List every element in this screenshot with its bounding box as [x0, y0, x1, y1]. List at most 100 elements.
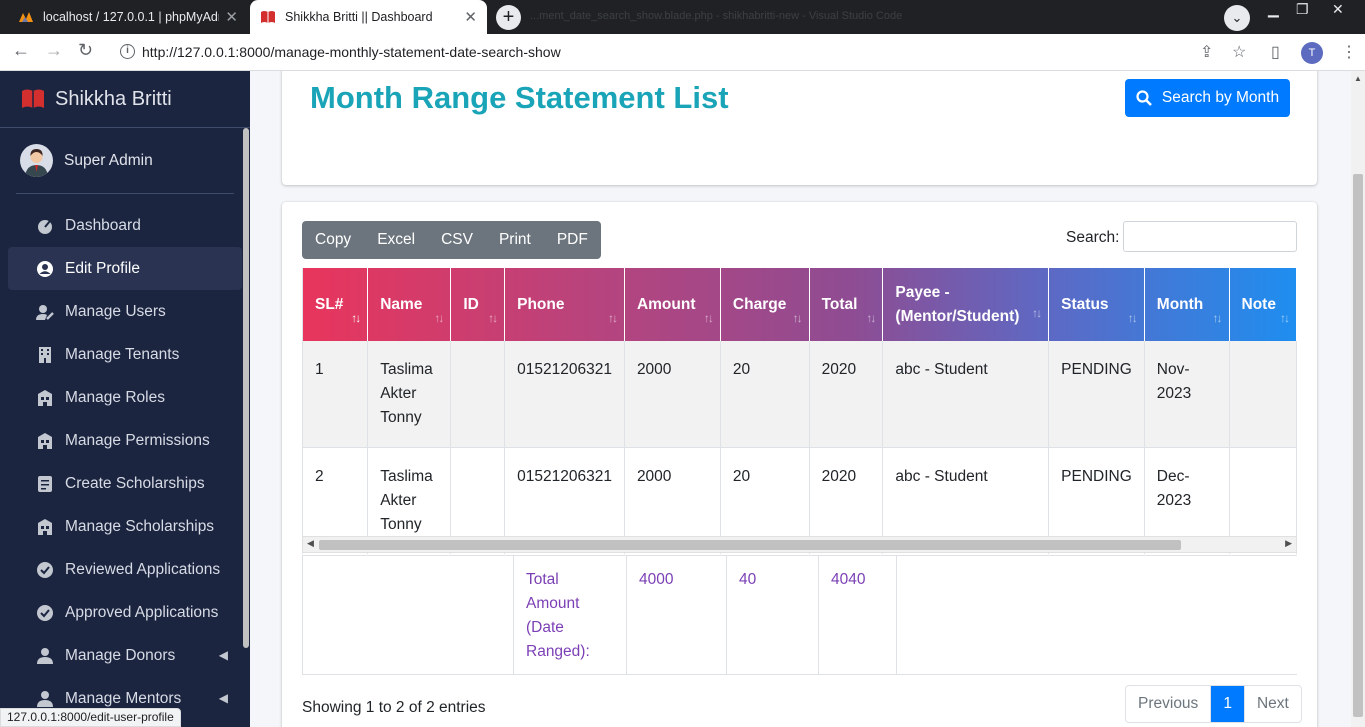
sidebar-item-manage-roles[interactable]: Manage Roles — [8, 376, 242, 419]
sort-icon: ↑↓ — [607, 311, 618, 325]
page-scrollbar[interactable]: ▲ — [1351, 71, 1365, 727]
horizontal-scrollbar[interactable]: ◀ ▶ — [302, 536, 1297, 553]
column-header-status[interactable]: Status ↑↓ — [1048, 268, 1145, 341]
sidebar-item-edit-profile[interactable]: Edit Profile — [8, 247, 242, 290]
table-header-row: SL# ↑↓ Name ↑↓ ID ↑↓ Phone ↑↓ Amount ↑↓ Charg… — [302, 268, 1297, 341]
column-header-note[interactable]: Note ↑↓ — [1229, 268, 1297, 341]
avatar — [20, 144, 53, 177]
page-1-button[interactable]: 1 — [1211, 686, 1245, 722]
sort-icon: ↑↓ — [1127, 311, 1138, 325]
search-input[interactable] — [1123, 221, 1297, 252]
column-header-total[interactable]: Total ↑↓ — [809, 268, 884, 341]
sidebar-item-manage-tenants[interactable]: Manage Tenants — [8, 333, 242, 376]
sidebar-item-manage-scholarships[interactable]: Manage Scholarships — [8, 505, 242, 548]
search-icon — [1136, 90, 1152, 106]
sidebar-item-dashboard[interactable]: Dashboard — [8, 204, 242, 247]
close-tab-icon[interactable]: ✕ — [464, 8, 477, 26]
statement-table: SL# ↑↓ Name ↑↓ ID ↑↓ Phone ↑↓ Amount ↑↓ Charg… — [302, 268, 1297, 554]
scrollbar-thumb[interactable] — [319, 540, 1181, 550]
chevron-left-icon: ◀ — [218, 691, 228, 705]
column-header-payee[interactable]: Payee - (Mentor/Student) ↑↓ — [882, 268, 1050, 341]
browser-tab-phpmyadmin[interactable]: localhost / 127.0.0.1 | phpMyAdm ✕ — [8, 0, 248, 34]
browser-menu-icon[interactable]: ⋮ — [1341, 42, 1357, 62]
footer-total-amount: 4000 — [627, 556, 727, 675]
minimize-icon[interactable]: ▁ — [1268, 1, 1279, 18]
roles-icon — [38, 389, 52, 406]
site-info-icon[interactable]: i — [120, 44, 135, 59]
brand-link[interactable]: Shikkha Britti — [0, 71, 250, 128]
column-header-month[interactable]: Month ↑↓ — [1144, 268, 1230, 341]
footer-total-label: Total Amount (Date Ranged): — [514, 556, 627, 675]
sidebar-item-label: Manage Tenants — [65, 345, 180, 363]
main-content: Month Range Statement List Search by Mon… — [250, 71, 1351, 727]
sidebar-item-label: Reviewed Applications — [65, 560, 221, 578]
sidebar-item-reviewed-applications[interactable]: Reviewed Applications — [8, 548, 242, 591]
sidebar-item-label: Edit Profile — [65, 259, 140, 277]
browser-tab-bar: localhost / 127.0.0.1 | phpMyAdm ✕ Shikk… — [0, 0, 1365, 34]
user-panel[interactable]: Super Admin — [16, 128, 234, 194]
sidebar-item-label: Manage Scholarships — [65, 517, 215, 535]
sidebar-item-manage-users[interactable]: Manage Users — [8, 290, 242, 333]
browser-tab-dashboard[interactable]: Shikkha Britti || Dashboard ✕ — [250, 0, 487, 34]
sidebar-item-manage-donors[interactable]: Manage Donors ◀ — [8, 634, 242, 677]
new-tab-button[interactable]: + — [496, 5, 521, 30]
scroll-up-icon[interactable]: ▲ — [1354, 74, 1362, 83]
table-footer: Total Amount (Date Ranged): 4000 40 4040 — [302, 555, 1297, 675]
close-tab-icon[interactable]: ✕ — [225, 8, 238, 26]
link-status-bar: 127.0.0.1:8000/edit-user-profile — [0, 708, 181, 727]
previous-page-button[interactable]: Previous — [1126, 686, 1212, 722]
cell-phone: 01521206321 — [504, 341, 625, 448]
donor-icon — [37, 647, 53, 664]
close-window-icon[interactable]: ✕ — [1332, 1, 1344, 18]
print-button[interactable]: Print — [486, 221, 544, 259]
cell-amount: 2000 — [624, 341, 721, 448]
next-page-button[interactable]: Next — [1245, 686, 1301, 722]
column-header-name[interactable]: Name ↑↓ — [367, 268, 452, 341]
sort-icon: ↑↓ — [866, 311, 876, 325]
sidebar-menu: Dashboard Edit Profile Manage Users Mana… — [0, 204, 250, 720]
excel-button[interactable]: Excel — [364, 221, 428, 259]
column-header-id[interactable]: ID ↑↓ — [450, 268, 506, 341]
back-icon[interactable]: ← — [12, 40, 30, 61]
sidebar-item-label: Manage Donors — [65, 646, 176, 664]
csv-button[interactable]: CSV — [428, 221, 486, 259]
sidebar: Shikkha Britti Super Admin Dashboard Edi… — [0, 71, 250, 727]
column-header-charge[interactable]: Charge ↑↓ — [720, 268, 810, 341]
sidebar-item-manage-permissions[interactable]: Manage Permissions — [8, 419, 242, 462]
cell-sl: 1 — [302, 341, 369, 448]
bookmark-star-icon[interactable]: ☆ — [1232, 42, 1246, 62]
column-header-phone[interactable]: Phone ↑↓ — [504, 268, 625, 341]
share-icon[interactable]: ⇪ — [1200, 42, 1213, 62]
url-text[interactable]: http://127.0.0.1:8000/manage-monthly-sta… — [142, 44, 561, 60]
background-window-title: ...ment_date_search_show.blade.php - shi… — [530, 10, 903, 22]
reload-icon[interactable]: ↻ — [78, 40, 93, 61]
sort-icon: ↑↓ — [792, 311, 803, 325]
side-panel-icon[interactable]: ▯ — [1271, 42, 1280, 62]
sidebar-item-label: Approved Applications — [65, 603, 219, 621]
sidebar-item-create-scholarships[interactable]: Create Scholarships — [8, 462, 242, 505]
pdf-button[interactable]: PDF — [544, 221, 601, 259]
footer-total-total: 4040 — [819, 556, 897, 675]
omnibox[interactable]: i http://127.0.0.1:8000/manage-monthly-s… — [108, 38, 1260, 67]
cell-charge: 20 — [720, 341, 810, 448]
forward-icon[interactable]: → — [45, 40, 63, 61]
scroll-right-icon[interactable]: ▶ — [1285, 538, 1292, 549]
profile-avatar[interactable]: T — [1301, 42, 1323, 64]
sidebar-item-approved-applications[interactable]: Approved Applications — [8, 591, 242, 634]
search-by-month-button[interactable]: Search by Month — [1125, 79, 1290, 117]
cell-payee: abc - Student — [882, 341, 1050, 448]
sidebar-scrollbar[interactable] — [243, 128, 249, 648]
copy-button[interactable]: Copy — [302, 221, 364, 259]
footer-total-charge: 40 — [727, 556, 819, 675]
sort-asc-icon: ↑↓ — [351, 311, 361, 325]
column-header-amount[interactable]: Amount ↑↓ — [624, 268, 721, 341]
user-name: Super Admin — [64, 151, 153, 169]
scroll-left-icon[interactable]: ◀ — [307, 538, 314, 549]
sort-icon: ↑↓ — [488, 311, 498, 325]
column-header-sl[interactable]: SL# ↑↓ — [302, 268, 369, 341]
phpmyadmin-favicon-icon — [19, 12, 33, 22]
header-card: Month Range Statement List Search by Mon… — [282, 71, 1317, 185]
scrollbar-thumb[interactable] — [1353, 174, 1363, 717]
tab-search-button[interactable]: ⌄ — [1224, 5, 1250, 31]
restore-icon[interactable]: ❐ — [1296, 1, 1309, 18]
